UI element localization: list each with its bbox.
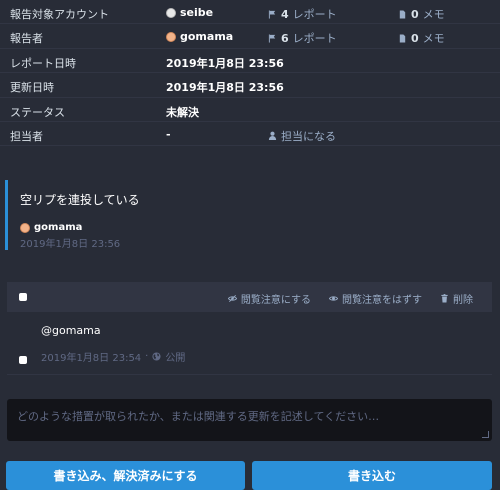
info-row-report-date: レポート日時 2019年1月8日 23:56 xyxy=(0,49,500,74)
updated-date-value: 2019年1月8日 23:56 xyxy=(166,81,284,95)
reporter-memo-link[interactable]: 0 メモ xyxy=(398,30,445,46)
reporter-account-link[interactable]: gomama xyxy=(166,30,233,43)
info-key: ステータス xyxy=(10,105,65,119)
status-item: @gomama 2019年1月8日 23:54 · 公開 xyxy=(7,312,492,375)
moderation-note-input[interactable]: どのような措置が取られたか、または関連する更新を記述してください… xyxy=(7,399,492,441)
info-key: 報告者 xyxy=(10,32,43,46)
eye-icon xyxy=(329,296,338,301)
reporter-reports-link[interactable]: 6 レポート xyxy=(268,30,337,46)
memo-label: メモ xyxy=(422,8,445,21)
memo-label: メモ xyxy=(422,32,445,46)
info-row-reporter: 報告者 gomama 6 レポート 0 メモ xyxy=(0,24,500,49)
assign-to-self-link[interactable]: 担当になる xyxy=(268,128,336,144)
unmark-sensitive-button[interactable]: 閲覧注意をはずす xyxy=(329,291,422,306)
reports-count: 6 xyxy=(281,31,289,45)
report-comment: 空リプを連投している xyxy=(20,193,140,207)
info-row-target-account: 報告対象アカウント seibe 4 レポート 0 メモ xyxy=(0,0,500,25)
info-key: 担当者 xyxy=(10,129,43,143)
mark-sensitive-label: 閲覧注意にする xyxy=(240,295,311,306)
status-meta: 2019年1月8日 23:54 · 公開 xyxy=(41,349,185,364)
info-row-status: ステータス 未解決 xyxy=(0,98,500,122)
submit-and-resolve-button[interactable]: 書き込み、解決済みにする xyxy=(6,461,245,490)
submit-note-button[interactable]: 書き込む xyxy=(252,461,492,490)
statuses-toolbar: 閲覧注意にする 閲覧注意をはずす 削除 xyxy=(7,282,492,312)
report-author-name: gomama xyxy=(34,222,83,233)
report-info-table: 報告対象アカウント seibe 4 レポート 0 メモ 報告者 gomama 6… xyxy=(0,0,500,147)
delete-button[interactable]: 削除 xyxy=(440,291,473,306)
info-row-assignee: 担当者 - 担当になる xyxy=(0,122,500,147)
info-key: レポート日時 xyxy=(10,56,76,70)
meta-separator: · xyxy=(145,351,149,362)
memo-count: 0 xyxy=(411,31,419,45)
report-date-value: 2019年1月8日 23:56 xyxy=(166,56,284,70)
select-all-checkbox[interactable] xyxy=(19,293,27,301)
avatar xyxy=(20,222,30,233)
reports-label: レポート xyxy=(292,8,337,21)
reports-count: 4 xyxy=(281,7,289,21)
flag-icon xyxy=(268,34,276,43)
target-account-name: seibe xyxy=(180,6,214,19)
trash-icon xyxy=(441,294,448,303)
target-memo-link[interactable]: 0 メモ xyxy=(398,6,445,22)
info-key: 報告対象アカウント xyxy=(10,8,109,21)
resize-handle[interactable] xyxy=(482,431,489,438)
target-reports-link[interactable]: 4 レポート xyxy=(268,6,337,22)
file-icon xyxy=(399,34,406,43)
user-icon xyxy=(268,132,277,141)
reported-statuses: 閲覧注意にする 閲覧注意をはずす 削除 @gomama 2019年1月8日 23… xyxy=(7,282,492,375)
note-placeholder: どのような措置が取られたか、または関連する更新を記述してください… xyxy=(17,410,380,423)
report-author-link[interactable]: gomama xyxy=(20,222,500,233)
report-comment-block: 空リプを連投している gomama 2019年1月8日 23:56 xyxy=(5,180,500,250)
reporter-name: gomama xyxy=(180,30,234,44)
status-visibility: 公開 xyxy=(165,353,186,364)
status-date-link[interactable]: 2019年1月8日 23:54 xyxy=(41,349,141,364)
unmark-sensitive-label: 閲覧注意をはずす xyxy=(342,295,422,306)
report-date: 2019年1月8日 23:56 xyxy=(20,239,121,250)
assign-label: 担当になる xyxy=(281,129,336,143)
eye-slash-icon xyxy=(227,295,237,302)
info-row-updated-date: 更新日時 2019年1月8日 23:56 xyxy=(0,73,500,98)
memo-count: 0 xyxy=(411,7,419,21)
mark-sensitive-button[interactable]: 閲覧注意にする xyxy=(227,291,311,306)
info-key: 更新日時 xyxy=(10,81,54,95)
status-value: 未解決 xyxy=(166,105,199,119)
delete-label: 削除 xyxy=(453,295,473,306)
file-icon xyxy=(399,9,406,19)
globe-icon xyxy=(152,352,161,361)
avatar xyxy=(166,31,176,42)
avatar xyxy=(166,7,176,18)
target-account-link[interactable]: seibe xyxy=(166,6,213,19)
status-content: @gomama xyxy=(41,324,101,337)
status-checkbox[interactable] xyxy=(19,356,27,364)
flag-icon xyxy=(268,9,276,19)
reports-label: レポート xyxy=(292,32,337,46)
assignee-value: - xyxy=(166,127,171,141)
